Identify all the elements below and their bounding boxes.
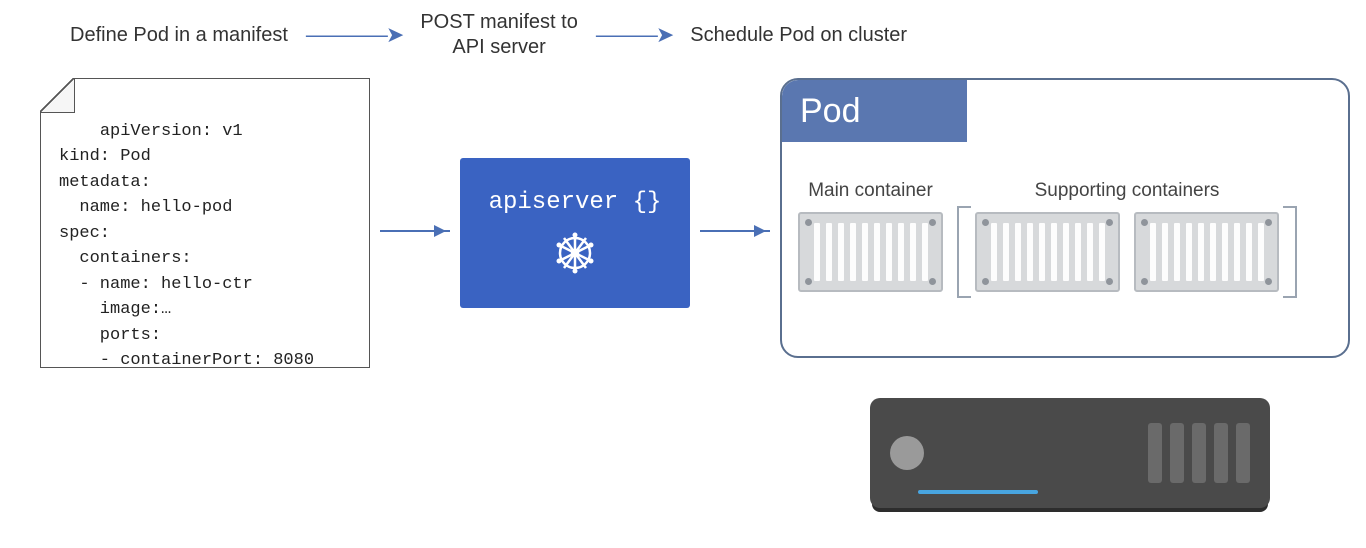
arrow-icon: ———➤ [596,22,672,48]
apiserver-box: apiserver {} [460,158,690,308]
main-container-column: Main container [798,180,943,292]
manifest-document: apiVersion: v1 kind: Pod metadata: name:… [40,78,370,368]
arrow-icon: ————➤ [306,22,402,48]
arrow-icon [380,230,450,232]
kubernetes-wheel-icon [550,228,600,278]
pod-title-tab: Pod [782,80,967,142]
supporting-containers-column: Supporting containers [957,180,1297,292]
step-define: Define Pod in a manifest [70,23,288,48]
server-node [870,398,1270,508]
server-led-icon [890,436,924,470]
pod-box: Pod Main container Supporting containers [780,78,1350,358]
container-icon [1134,212,1279,292]
pod-title: Pod [800,92,861,131]
apiserver-label: apiserver {} [489,189,662,216]
step-post: POST manifest to API server [420,10,577,60]
server-vents-icon [1148,423,1250,483]
supporting-containers-label: Supporting containers [1035,180,1220,202]
container-icon [798,212,943,292]
step-schedule: Schedule Pod on cluster [690,23,907,48]
main-container-label: Main container [808,180,933,202]
bracket-left-icon [957,206,971,298]
server-status-light-icon [918,490,1038,494]
manifest-yaml: apiVersion: v1 kind: Pod metadata: name:… [59,122,314,371]
diagram: apiVersion: v1 kind: Pod metadata: name:… [20,78,1346,538]
workflow-steps: Define Pod in a manifest ————➤ POST mani… [20,10,1346,60]
bracket-right-icon [1283,206,1297,298]
container-icon [975,212,1120,292]
arrow-icon [700,230,770,232]
